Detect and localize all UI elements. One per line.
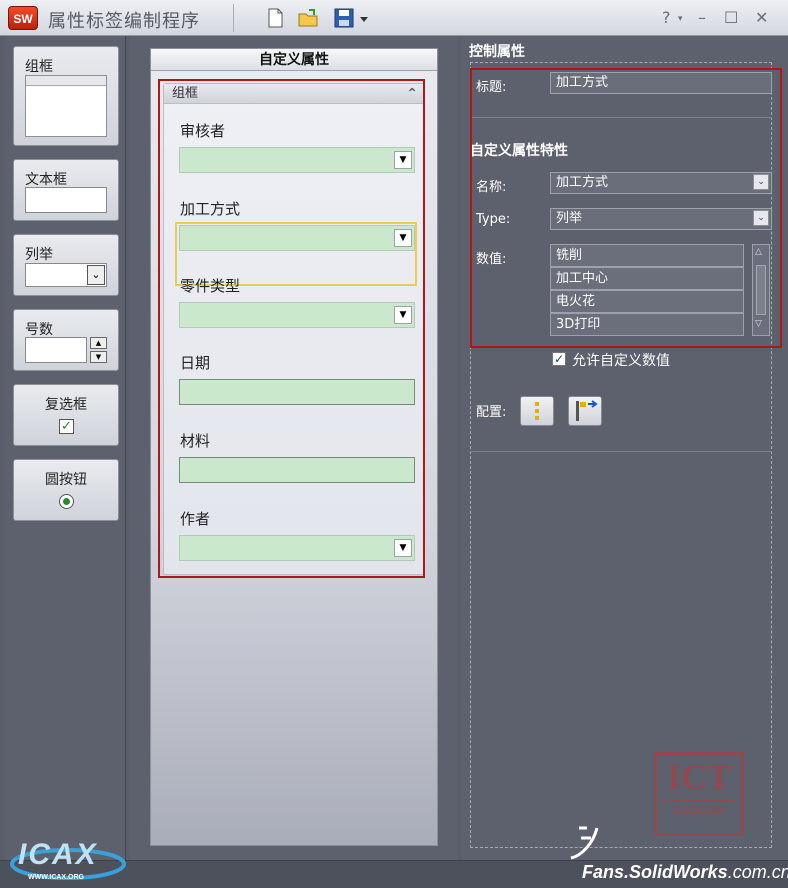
type-value: 列举: [556, 211, 583, 226]
config-list-icon: [535, 402, 539, 420]
help-dropdown-chevron-icon[interactable]: ▾: [678, 14, 683, 24]
chevron-down-icon: ▼: [394, 151, 412, 169]
fans-solidworks-watermark: Fans.SolidWorks.com.cn: [582, 862, 788, 882]
scroll-thumb[interactable]: [756, 265, 766, 315]
scroll-down-icon[interactable]: ▽: [755, 319, 762, 329]
values-scrollbar[interactable]: △ ▽: [752, 244, 770, 336]
tool-checkbox[interactable]: 复选框 ✓: [13, 384, 119, 446]
tool-checkbox-label: 复选框: [45, 397, 87, 413]
close-button[interactable]: ✕: [755, 8, 768, 27]
save-icon[interactable]: [333, 7, 355, 29]
name-value: 加工方式: [556, 175, 609, 190]
enum-preview: ⌄: [25, 263, 107, 287]
caption-input[interactable]: 加工方式: [550, 72, 772, 94]
minimize-button[interactable]: –: [698, 8, 706, 27]
chevron-down-icon: ⌄: [753, 210, 769, 226]
spin-down-icon: ▼: [90, 351, 107, 363]
config-link-icon: [576, 400, 598, 421]
list-item[interactable]: 3D打印: [550, 313, 744, 336]
values-list[interactable]: 铣削 加工中心 电火花 3D打印: [550, 244, 744, 336]
config-link-button[interactable]: [568, 396, 602, 426]
property-tab-form: 自定义属性 组框 ⌃ 审核者 ▼ 加工方式 ▼ 零件类型 ▼ 日期 材料 作者 …: [150, 48, 438, 846]
control-properties-title: 控制属性: [469, 44, 525, 60]
form-header: 自定义属性: [151, 49, 437, 71]
tool-enum[interactable]: 列举 ⌄: [13, 234, 119, 296]
field-label-material: 材料: [180, 432, 211, 450]
chevron-down-icon: ⌄: [753, 174, 769, 190]
name-label: 名称:: [476, 180, 507, 195]
list-item[interactable]: 加工中心: [550, 267, 744, 290]
group-box-title: 组框: [172, 86, 199, 101]
number-preview: [25, 337, 87, 363]
part-type-combo[interactable]: ▼: [179, 302, 415, 328]
maximize-button[interactable]: ☐: [724, 8, 738, 27]
values-label: 数值:: [476, 252, 507, 267]
text-box-preview: [25, 187, 107, 213]
config-list-button[interactable]: [520, 396, 554, 426]
title-bar: SW 属性标签编制程序 ? ▾ – ☐ ✕: [0, 0, 788, 36]
allow-custom-label: 允许自定义数值: [572, 353, 670, 369]
ict-watermark-logo: ICT CAD/CAM: [654, 752, 744, 836]
allow-custom-checkbox[interactable]: ✓: [552, 352, 566, 366]
caption-label: 标题:: [476, 80, 507, 95]
help-icon[interactable]: ?: [662, 8, 671, 27]
divider: [470, 451, 772, 452]
config-label: 配置:: [476, 405, 507, 420]
tool-text-box-label: 文本框: [25, 172, 67, 188]
icax-logo: ICAX WWW.ICAX.ORG: [6, 812, 130, 884]
type-combo[interactable]: 列举 ⌄: [550, 208, 772, 230]
tool-group-box-label: 组框: [25, 59, 53, 75]
list-item[interactable]: 铣削: [550, 244, 744, 267]
chevron-down-icon: ▼: [394, 229, 412, 247]
tool-radio[interactable]: 圆按钮: [13, 459, 119, 521]
chevron-down-icon: ▼: [394, 306, 412, 324]
tool-group-box[interactable]: 组框: [13, 46, 119, 146]
group-box-preview: [25, 75, 107, 137]
tool-radio-label: 圆按钮: [45, 472, 87, 488]
new-document-icon[interactable]: [264, 7, 286, 29]
list-item[interactable]: 电火花: [550, 290, 744, 313]
custom-property-title: 自定义属性特性: [470, 143, 568, 159]
chevron-down-icon: ▼: [394, 539, 412, 557]
reviewer-combo[interactable]: ▼: [179, 147, 415, 173]
machining-combo[interactable]: ▼: [179, 225, 415, 251]
field-label-machining: 加工方式: [180, 200, 241, 218]
title-separator: [233, 4, 234, 32]
collapse-icon[interactable]: ⌃: [406, 84, 418, 104]
tool-text-box[interactable]: 文本框: [13, 159, 119, 221]
solidworks-logo-icon: SW: [8, 6, 38, 30]
divider: [470, 117, 772, 118]
material-input[interactable]: [179, 457, 415, 483]
open-folder-icon[interactable]: [297, 7, 319, 29]
tool-enum-label: 列举: [25, 247, 53, 263]
control-toolbox: 组框 文本框 列举 ⌄ 号数 ▲ ▼ 复选框 ✓ 圆按钮: [5, 36, 126, 860]
spin-up-icon: ▲: [90, 337, 107, 349]
field-label-author: 作者: [180, 510, 211, 528]
field-label-part-type: 零件类型: [180, 277, 241, 295]
tool-number[interactable]: 号数 ▲ ▼: [13, 309, 119, 371]
window-title: 属性标签编制程序: [48, 11, 200, 32]
save-dropdown-chevron-icon[interactable]: [359, 7, 369, 29]
tool-number-label: 号数: [25, 322, 53, 338]
scroll-up-icon[interactable]: △: [755, 247, 762, 257]
author-combo[interactable]: ▼: [179, 535, 415, 561]
chevron-down-icon: ⌄: [87, 265, 105, 285]
group-box[interactable]: 组框 ⌃ 审核者 ▼ 加工方式 ▼ 零件类型 ▼ 日期 材料 作者 ▼: [163, 83, 425, 575]
type-label: Type:: [476, 212, 511, 227]
field-label-reviewer: 审核者: [180, 122, 226, 140]
name-combo[interactable]: 加工方式 ⌄: [550, 172, 772, 194]
checkbox-checked-icon: ✓: [59, 419, 74, 434]
radio-selected-icon: [59, 494, 74, 509]
group-box-header[interactable]: 组框 ⌃: [164, 84, 424, 104]
ds-logo-icon: [570, 826, 599, 860]
field-label-date: 日期: [180, 354, 211, 372]
date-input[interactable]: [179, 379, 415, 405]
